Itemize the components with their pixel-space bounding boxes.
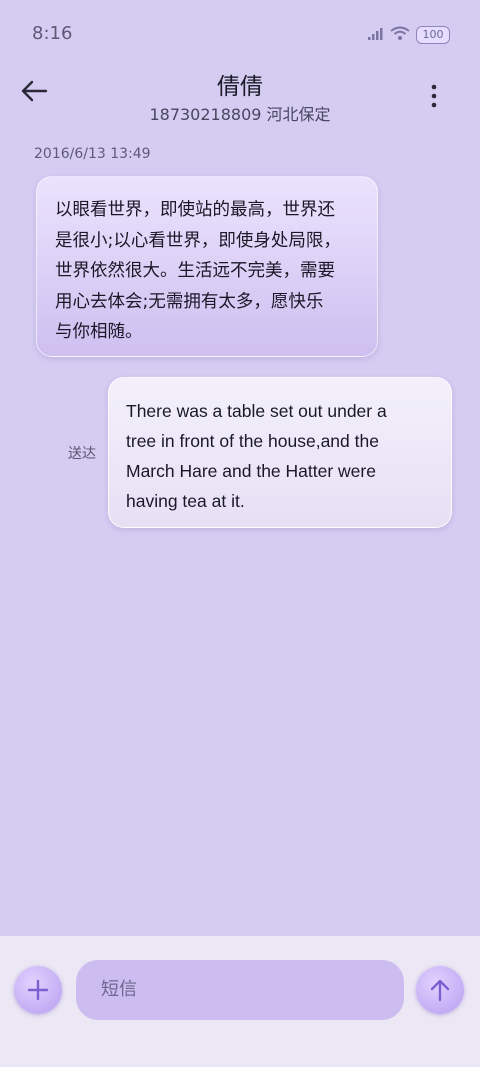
outgoing-message-line: having tea at it.	[126, 491, 245, 511]
header: 倩倩 18730218809 河北保定	[0, 64, 480, 134]
outgoing-message-line: tree in front of the house,and the	[126, 431, 379, 451]
plus-icon	[27, 979, 49, 1001]
incoming-message-line: 用心去体会;无需拥有太多，愿快乐	[55, 291, 324, 312]
status-time: 8:16	[32, 23, 73, 44]
signal-icon	[368, 25, 384, 44]
incoming-message-line: 与你相随。	[55, 322, 143, 342]
message-timestamp: 2016/6/13 13:49	[34, 146, 151, 162]
outgoing-message-bubble[interactable]: There was a table set out under a tree i…	[108, 377, 452, 528]
incoming-message-line: 以眼看世界，即使站的最高，世界还	[55, 200, 335, 220]
arrow-up-icon	[430, 979, 450, 1002]
status-bar: 8:16 100	[0, 0, 480, 64]
status-icons: 100	[368, 25, 450, 44]
incoming-message-line: 是很小;以心看世界，即使身处局限，	[55, 230, 341, 251]
outgoing-message-line: There was a table set out under a	[126, 401, 387, 421]
message-input[interactable]: 短信	[76, 960, 404, 1020]
incoming-message-bubble[interactable]: 以眼看世界，即使站的最高，世界还 是很小;以心看世界，即使身处局限， 世界依然很…	[36, 176, 378, 357]
more-button[interactable]	[422, 80, 446, 112]
outgoing-message-line: March Hare and the Hatter were	[126, 461, 376, 481]
add-attachment-button[interactable]	[14, 966, 62, 1014]
wifi-icon	[390, 25, 410, 44]
contact-detail: 18730218809 河北保定	[149, 105, 331, 124]
delivery-status: 送达	[68, 446, 96, 462]
more-vertical-icon	[431, 84, 437, 108]
contact-name: 倩倩	[217, 74, 263, 100]
send-button[interactable]	[416, 966, 464, 1014]
incoming-message-line: 世界依然很大。生活远不完美，需要	[55, 261, 335, 281]
battery-icon: 100	[416, 25, 450, 44]
